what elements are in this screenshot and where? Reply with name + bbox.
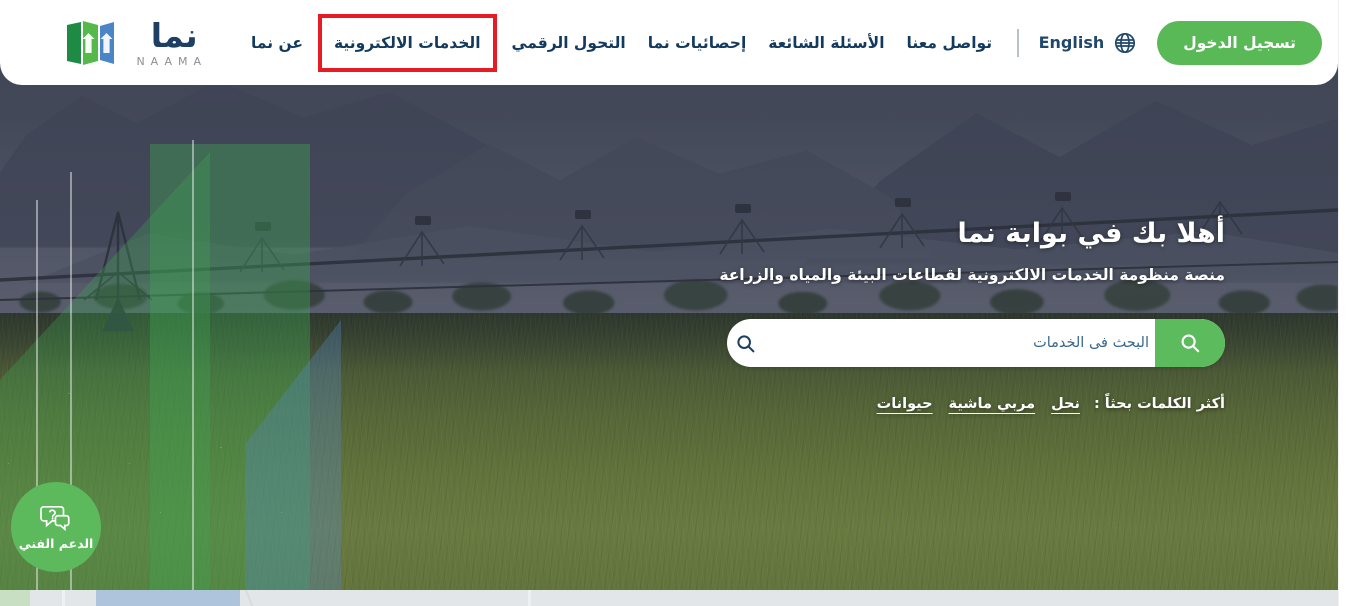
navbar-divider — [1017, 28, 1019, 57]
teaser-card-blue[interactable] — [96, 590, 240, 606]
language-switcher-label: English — [1038, 33, 1105, 52]
service-search-bar[interactable] — [727, 319, 1225, 367]
nav-item-e-services[interactable]: الخدمات الالكترونية — [318, 13, 497, 72]
hero-banner: أهلا بك في بوابة نما منصة منظومة الخدمات… — [0, 0, 1338, 590]
search-icon — [1181, 334, 1200, 353]
nav-item-contact-us[interactable]: تواصل معنا — [896, 27, 1004, 59]
nav-item-about[interactable]: عن نما — [240, 27, 314, 59]
naama-arrows-mark-icon — [67, 20, 115, 65]
top-navigation-bar: تسجيل الدخول English تواصل معنا الأسئلة … — [0, 0, 1338, 85]
teaser-card-green[interactable] — [0, 590, 30, 606]
keyword-link-1[interactable]: مربي ماشية — [949, 396, 1036, 412]
keyword-link-2[interactable]: حيوانات — [877, 396, 933, 412]
search-icon — [737, 334, 755, 352]
teaser-divider-2 — [528, 590, 531, 606]
nav-item-digital-transformation[interactable]: التحول الرقمي — [501, 27, 637, 59]
keyword-link-0[interactable]: نحل — [1051, 396, 1080, 412]
teaser-divider-1 — [62, 590, 65, 606]
search-input[interactable] — [772, 319, 1155, 367]
hero-text-block: أهلا بك في بوابة نما منصة منظومة الخدمات… — [0, 218, 1338, 284]
nav-item-faq[interactable]: الأسئلة الشائعة — [757, 27, 895, 59]
popular-keywords: أكثر الكلمات بحثاً : نحل مربي ماشية حيوا… — [861, 396, 1225, 412]
page-scrollbar-gutter[interactable] — [1338, 0, 1352, 606]
technical-support-button[interactable]: الدعم الفني — [11, 482, 101, 572]
search-submit-button[interactable] — [1155, 319, 1225, 367]
chat-question-icon — [40, 505, 70, 531]
language-switcher[interactable]: English — [1033, 27, 1144, 59]
technical-support-label: الدعم الفني — [18, 535, 94, 551]
page-root: أهلا بك في بوابة نما منصة منظومة الخدمات… — [0, 0, 1352, 606]
nav-item-naama-statistics[interactable]: إحصائيات نما — [637, 27, 758, 59]
logo-arabic-text: نما — [150, 15, 198, 55]
hero-subtitle: منصة منظومة الخدمات الالكترونية لقطاعات … — [719, 266, 1225, 284]
login-button[interactable]: تسجيل الدخول — [1157, 20, 1322, 65]
below-hero-section — [0, 590, 1338, 606]
search-field-icon-wrap — [727, 333, 772, 354]
logo-latin-text: NAAMA — [136, 54, 208, 68]
teaser-card-accent — [230, 590, 270, 606]
popular-keywords-label: أكثر الكلمات بحثاً : — [1093, 396, 1225, 412]
navigation-links: تواصل معنا الأسئلة الشائعة إحصائيات نما … — [240, 13, 1004, 72]
site-logo[interactable]: نما NAAMA — [64, 19, 212, 67]
logo-wordmark: نما NAAMA — [136, 19, 212, 67]
hero-title: أهلا بك في بوابة نما — [957, 218, 1225, 249]
globe-icon — [1115, 32, 1136, 53]
